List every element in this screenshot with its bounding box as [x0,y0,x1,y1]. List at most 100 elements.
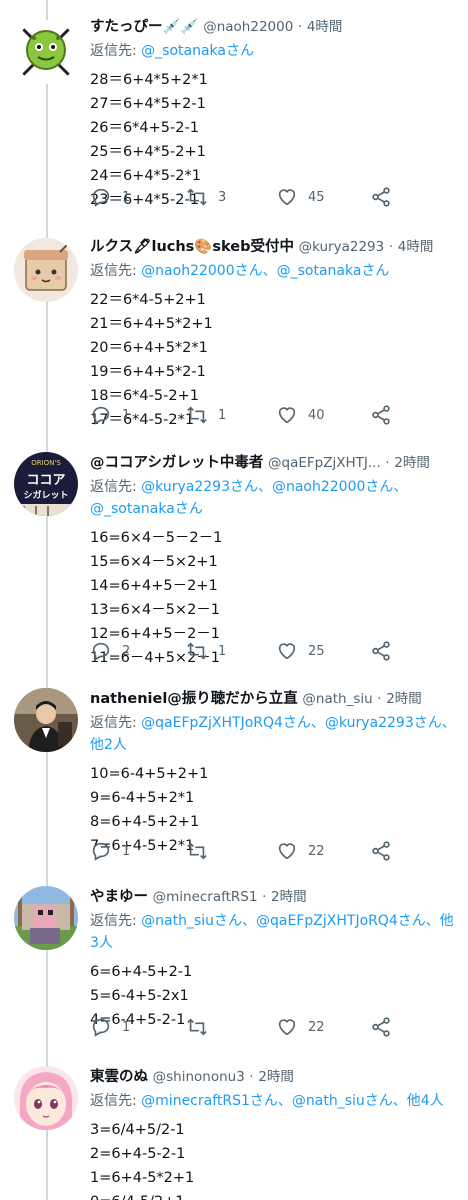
retweet-icon [187,406,207,424]
retweet-button[interactable]: 3 [186,182,226,212]
like-count: 40 [308,407,325,423]
text-line: 0=6/4-5/2+1 [90,1190,456,1200]
text-line: 9=6-4+5+2*1 [90,790,195,806]
like-count: 25 [308,643,325,659]
like-count: 45 [308,189,325,205]
text-line: 2=6+4-5-2-1 [90,1146,186,1162]
user-handle[interactable]: @qaEFpZjXHTJ... [268,455,381,471]
text-line: 21＝6+4+5*2+1 [90,316,213,332]
avatar[interactable] [14,1066,78,1130]
retweet-icon [187,1018,207,1036]
tweet-actions: 1 22 [90,1012,410,1042]
reply-mentions[interactable]: @qaEFpZjXHTJoRQ4さん、@kurya2293さん、他2人 [90,715,456,753]
like-button[interactable]: 22 [276,1012,325,1042]
reply-mentions[interactable]: @_sotanakaさん [141,43,254,59]
share-button[interactable] [370,400,392,430]
reply-mentions[interactable]: @naoh22000さん、@_sotanakaさん [141,263,389,279]
text-line: 25＝6+4*5-2+1 [90,144,206,160]
share-button[interactable] [370,1012,392,1042]
like-button[interactable]: 25 [276,636,325,666]
avatar-image: ORION'S ココア シガレット [14,452,78,516]
reply-button[interactable]: 1 [90,1012,130,1042]
avatar[interactable] [14,886,78,950]
share-icon [372,405,390,425]
avatar[interactable]: ORION'S ココア シガレット [14,452,78,516]
retweet-icon [187,842,207,860]
tweet-body: すたっぴー💉💉 @naoh22000 · 4時間 返信先: @_sotanaka… [90,14,456,212]
text-line: 1=6+4-5*2+1 [90,1170,195,1186]
display-name[interactable]: @ココアシガレット中毒者 [90,455,263,471]
reply-mentions[interactable]: @nath_siuさん、@qaEFpZjXHTJoRQ4さん、他3人 [90,913,454,951]
timestamp[interactable]: 2時間 [271,889,307,905]
reply-label: 返信先: [90,479,142,495]
retweet-button[interactable] [186,836,218,866]
user-handle[interactable]: @naoh22000 [203,19,293,35]
avatar-image [14,1066,78,1130]
display-name[interactable]: 東雲のぬ [90,1069,148,1085]
user-handle[interactable]: @kurya2293 [299,239,385,255]
reply-button[interactable]: 1 [90,400,130,430]
reply-mentions[interactable]: @minecraftRS1さん、@nath_siuさん、他4人 [141,1093,444,1109]
display-name[interactable]: すたっぴー💉💉 [90,19,199,35]
avatar[interactable] [14,20,78,84]
text-line: 14=6+4+5－2+1 [90,578,218,594]
reply-count: 1 [122,407,131,423]
display-name[interactable]: natheniel@振り聴だから立直 [90,691,298,707]
retweet-button[interactable]: 1 [186,400,226,430]
separator-dot: · [249,1069,254,1085]
reply-label: 返信先: [90,913,142,929]
avatar-image [14,238,78,302]
user-handle[interactable]: @shinononu3 [153,1069,245,1085]
text-line: 27＝6+4*5+2-1 [90,96,206,112]
separator-dot: · [385,455,390,471]
display-name[interactable]: やまゆー [90,889,148,905]
reply-icon [92,1018,110,1037]
share-icon [372,841,390,861]
retweet-button[interactable]: 1 [186,636,226,666]
retweet-button[interactable] [186,1012,218,1042]
timestamp[interactable]: 2時間 [258,1069,294,1085]
reply-icon [92,188,110,207]
avatar[interactable] [14,688,78,752]
display-name[interactable]: ルクス🖋luchs🎨skeb受付中 [90,239,294,255]
like-icon [278,843,296,860]
timestamp[interactable]: 4時間 [307,19,343,35]
text-line: 26＝6*4+5-2-1 [90,120,199,136]
retweet-count: 3 [218,189,227,205]
text-line: 3=6/4+5/2-1 [90,1122,185,1138]
reply-button[interactable]: 1 [90,182,130,212]
text-line: 15=6×4－5×2+1 [90,554,218,570]
user-handle[interactable]: @minecraftRS1 [153,889,258,905]
tweet-header: すたっぴー💉💉 @naoh22000 · 4時間 [90,14,456,40]
share-button[interactable] [370,182,392,212]
text-line: 13=6×4－5×2－1 [90,602,221,618]
like-button[interactable]: 40 [276,400,325,430]
reply-icon [92,642,110,661]
reply-button[interactable]: 2 [90,636,130,666]
share-icon [372,1017,390,1037]
tweet-body: @ココアシガレット中毒者 @qaEFpZjXHTJ... · 2時間 返信先: … [90,450,456,670]
tweet-text: 3=6/4+5/2-1 2=6+4-5-2-1 1=6+4-5*2+1 0=6/… [90,1118,456,1200]
retweet-count: 1 [218,643,227,659]
reply-to: 返信先: @_sotanakaさん [90,40,456,62]
timestamp[interactable]: 2時間 [386,691,422,707]
retweet-count: 1 [218,407,227,423]
reply-count: 1 [122,1019,131,1035]
reply-count: 1 [122,189,131,205]
avatar[interactable] [14,238,78,302]
text-line: 8=6+4-5+2+1 [90,814,200,830]
reply-button[interactable]: 1 [90,836,130,866]
like-button[interactable]: 22 [276,836,325,866]
tweet-actions: 1 22 [90,836,410,866]
tweet-header: やまゆー @minecraftRS1 · 2時間 [90,884,456,910]
tweet-actions: 1 1 40 [90,400,410,430]
timestamp[interactable]: 4時間 [398,239,434,255]
user-handle[interactable]: @nath_siu [302,691,372,707]
like-button[interactable]: 45 [276,182,325,212]
avatar-image [14,20,78,84]
share-button[interactable] [370,636,392,666]
like-icon [278,189,296,206]
share-button[interactable] [370,836,392,866]
text-line: 20＝6+4+5*2*1 [90,340,208,356]
timestamp[interactable]: 2時間 [394,455,430,471]
